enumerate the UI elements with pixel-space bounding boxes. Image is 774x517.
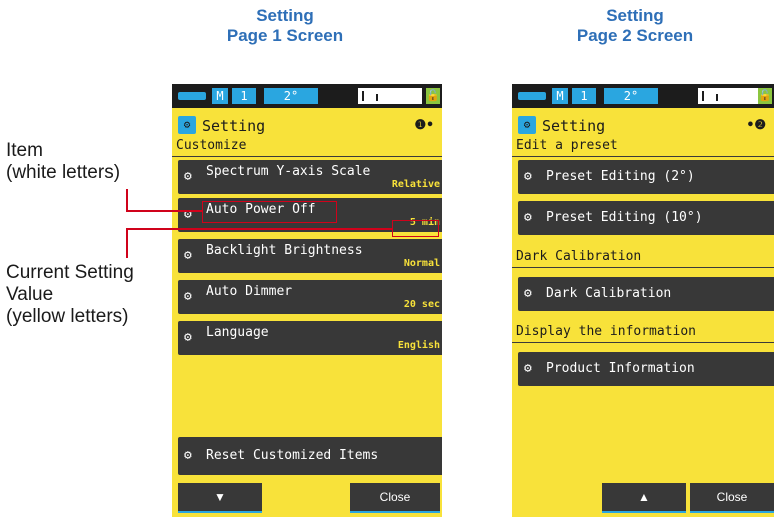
item-callout: Item (white letters) bbox=[6, 140, 120, 184]
battery-icon bbox=[178, 92, 206, 100]
settings-page2-screen: M 1 2° 🔓 ⚙ Setting •❷ Edit a preset ⚙ Pr… bbox=[512, 84, 774, 517]
item-label: Product Information bbox=[546, 361, 695, 376]
gears-icon: ⚙ bbox=[524, 361, 532, 376]
item-label: Preset Editing (10°) bbox=[546, 210, 703, 225]
item-label: Spectrum Y-axis Scale bbox=[206, 164, 371, 179]
lock-icon: 🔓 bbox=[426, 88, 440, 104]
item-label: Reset Customized Items bbox=[206, 448, 379, 463]
page1-heading-line2: Page 1 Screen bbox=[226, 26, 344, 45]
current-value-callout-line1: Current Setting bbox=[6, 262, 134, 283]
section-customize: Customize bbox=[172, 136, 442, 157]
menu-item-backlight-brightness[interactable]: ⚙ Backlight Brightness Normal bbox=[178, 239, 442, 273]
menu-item-product-information[interactable]: ⚙ Product Information bbox=[518, 352, 774, 386]
gears-icon: ⚙ bbox=[184, 448, 192, 463]
item-value: English bbox=[397, 340, 440, 351]
close-button[interactable]: Close bbox=[350, 483, 440, 513]
gears-icon: ⚙ bbox=[184, 169, 192, 184]
section-edit-a-preset: Edit a preset bbox=[512, 136, 774, 157]
gears-icon: ⚙ bbox=[524, 286, 532, 301]
gears-icon: ⚙ bbox=[184, 330, 192, 345]
page2-heading: Setting Page 2 Screen bbox=[575, 6, 695, 46]
item-callout-line2: (white letters) bbox=[6, 162, 121, 183]
menu-item-spectrum-y-axis-scale[interactable]: ⚙ Spectrum Y-axis Scale Relative bbox=[178, 160, 442, 194]
page2-heading-line2: Page 2 Screen bbox=[576, 26, 694, 45]
item-label: Preset Editing (2°) bbox=[546, 169, 695, 184]
section-dark-calibration: Dark Calibration bbox=[512, 247, 774, 268]
value-leader-vertical bbox=[126, 228, 128, 258]
gears-icon: ⚙ bbox=[184, 289, 192, 304]
item-label: Dark Calibration bbox=[546, 286, 672, 301]
menu-item-auto-dimmer[interactable]: ⚙ Auto Dimmer 20 sec bbox=[178, 280, 442, 314]
page-indicator: •❷ bbox=[746, 118, 766, 133]
menu-item-language[interactable]: ⚙ Language English bbox=[178, 321, 442, 355]
page1-heading: Setting Page 1 Screen bbox=[225, 6, 345, 46]
current-value-callout: Current Setting Value (yellow letters) bbox=[6, 262, 134, 328]
status-bar: M 1 2° 🔓 bbox=[172, 84, 442, 108]
item-value: Normal bbox=[403, 258, 440, 269]
menu-item-preset-editing-2[interactable]: ⚙ Preset Editing (2°) bbox=[518, 160, 774, 194]
angle-indicator: 2° bbox=[264, 88, 318, 104]
settings-page1-screen: M 1 2° 🔓 ⚙ Setting ❶• Customize ⚙ Spectr… bbox=[172, 84, 442, 517]
memory-indicator: 1 bbox=[232, 88, 256, 104]
gears-icon: ⚙ bbox=[184, 248, 192, 263]
signal-graph bbox=[698, 88, 758, 104]
page-down-button[interactable]: ▼ bbox=[178, 483, 262, 513]
status-bar: M 1 2° 🔓 bbox=[512, 84, 774, 108]
item-label: Language bbox=[206, 325, 269, 340]
gears-icon: ⚙ bbox=[524, 210, 532, 225]
current-value-callout-line3: (yellow letters) bbox=[6, 306, 129, 327]
item-leader-vertical bbox=[126, 189, 128, 212]
close-button[interactable]: Close bbox=[690, 483, 774, 513]
page-title: Setting bbox=[542, 117, 606, 135]
page-title: Setting bbox=[202, 117, 266, 135]
setting-icon: ⚙ bbox=[178, 116, 196, 134]
signal-graph bbox=[358, 88, 422, 104]
item-value: 20 sec bbox=[403, 299, 440, 310]
item-label: Auto Dimmer bbox=[206, 284, 293, 299]
mode-indicator: M bbox=[552, 88, 568, 104]
menu-item-preset-editing-10[interactable]: ⚙ Preset Editing (10°) bbox=[518, 201, 774, 235]
page1-heading-line1: Setting bbox=[256, 6, 314, 25]
reset-customized-items-button[interactable]: ⚙ Reset Customized Items bbox=[178, 437, 442, 475]
current-value-callout-line2: Value bbox=[6, 284, 54, 305]
value-highlight-box bbox=[392, 220, 439, 237]
angle-indicator: 2° bbox=[604, 88, 658, 104]
section-display-the-information: Display the information bbox=[512, 322, 774, 343]
memory-indicator: 1 bbox=[572, 88, 596, 104]
item-highlight-box bbox=[202, 201, 337, 223]
item-leader-horizontal bbox=[126, 210, 203, 212]
gears-icon: ⚙ bbox=[524, 169, 532, 184]
setting-icon: ⚙ bbox=[518, 116, 536, 134]
page-up-button[interactable]: ▲ bbox=[602, 483, 686, 513]
menu-item-dark-calibration[interactable]: ⚙ Dark Calibration bbox=[518, 277, 774, 311]
item-label: Backlight Brightness bbox=[206, 243, 363, 258]
value-leader-horizontal bbox=[126, 228, 393, 230]
lock-icon: 🔓 bbox=[758, 88, 772, 104]
battery-icon bbox=[518, 92, 546, 100]
item-value: Relative bbox=[391, 179, 440, 190]
page2-heading-line1: Setting bbox=[606, 6, 664, 25]
item-callout-line1: Item bbox=[6, 140, 43, 161]
page-indicator: ❶• bbox=[414, 118, 434, 133]
mode-indicator: M bbox=[212, 88, 228, 104]
